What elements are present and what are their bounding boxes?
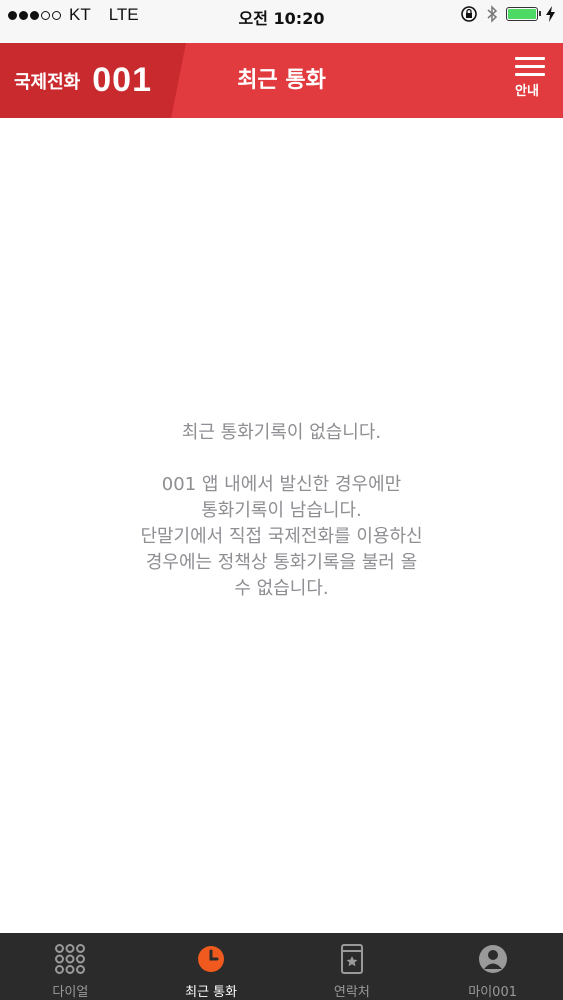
app-header: 국제전화 001 최근 통화 안내	[0, 43, 563, 118]
battery-icon	[506, 7, 541, 21]
guide-menu-label: 안내	[515, 84, 539, 99]
empty-state-title: 최근 통화기록이 없습니다.	[181, 422, 382, 443]
tab-contacts[interactable]: 연락처	[282, 933, 423, 1000]
tab-bar: 다이얼 최근 통화 연락처 마이001	[0, 933, 563, 1000]
profile-icon	[477, 943, 509, 975]
recent-calls-list: 최근 통화기록이 없습니다. 001 앱 내에서 발신한 경우에만 통화기록이 …	[0, 118, 563, 933]
empty-state-line: 001 앱 내에서 발신한 경우에만	[161, 474, 402, 495]
empty-state-line: 통화기록이 남습니다.	[201, 500, 362, 521]
guide-menu-button[interactable]: 안내	[509, 57, 545, 107]
tab-dial[interactable]: 다이얼	[0, 933, 141, 1000]
tab-dial-label: 다이얼	[52, 985, 89, 1000]
brand-logo[interactable]: 국제전화 001	[0, 43, 186, 118]
empty-state: 최근 통화기록이 없습니다. 001 앱 내에서 발신한 경우에만 통화기록이 …	[0, 420, 563, 602]
brand-number: 001	[92, 61, 152, 99]
charging-bolt-icon	[546, 6, 555, 22]
contacts-book-icon	[336, 943, 368, 975]
tab-recent-calls-label: 최근 통화	[185, 985, 238, 1000]
clock-icon	[195, 943, 227, 975]
bluetooth-icon	[487, 5, 498, 23]
orientation-lock-icon	[461, 6, 477, 22]
tab-contacts-label: 연락처	[333, 985, 370, 1000]
status-bar: KT LTE 오전 10:20	[0, 0, 563, 43]
empty-state-line: 경우에는 정책상 통화기록을 불러 올	[145, 552, 418, 573]
tab-recent-calls[interactable]: 최근 통화	[141, 933, 282, 1000]
empty-state-line: 수 없습니다.	[234, 578, 329, 599]
dialpad-icon	[54, 943, 86, 975]
brand-text: 국제전화	[14, 71, 81, 93]
menu-icon	[509, 57, 545, 76]
tab-my001[interactable]: 마이001	[422, 933, 563, 1000]
status-right	[460, 5, 555, 23]
empty-state-line: 단말기에서 직접 국제전화를 이용하신	[140, 526, 423, 547]
tab-my001-label: 마이001	[468, 985, 517, 1000]
